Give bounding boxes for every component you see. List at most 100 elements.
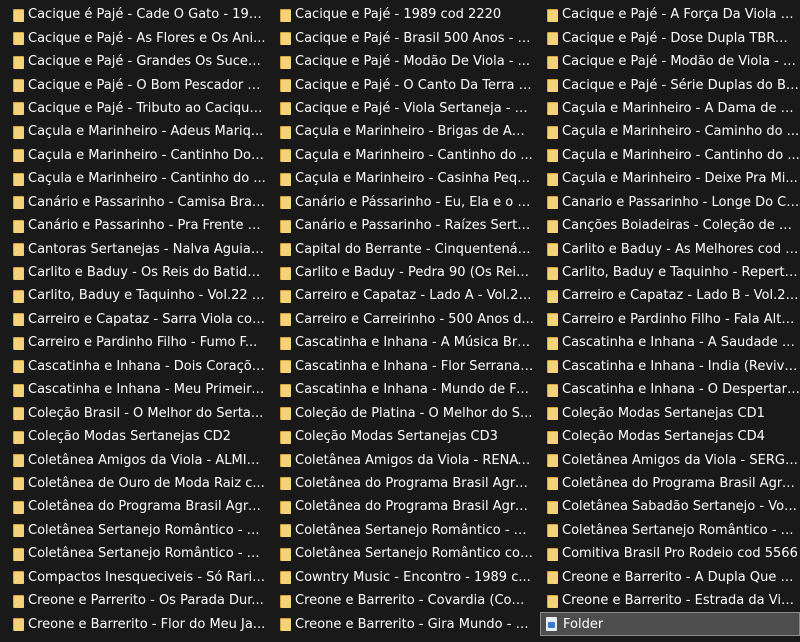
- folder-item[interactable]: Canário e Pássarinho - Eu, Ela e o G...: [267, 191, 534, 214]
- folder-icon: [280, 570, 291, 585]
- folder-item-label: Cacique e Pajé - Dose Dupla TBRW-...: [562, 30, 800, 46]
- folder-item[interactable]: Creone e Barrerito - Flor do Meu Ja...: [0, 612, 267, 635]
- folder-item[interactable]: Coletânea do Programa Brasil Agro...: [267, 495, 534, 518]
- folder-item[interactable]: Coletânea do Programa Brasil Agro...: [267, 472, 534, 495]
- folder-item[interactable]: Carlito, Baduy e Taquinho - Repertó...: [534, 261, 800, 284]
- folder-item[interactable]: Caçula e Marinheiro - Casinha Pequ...: [267, 167, 534, 190]
- folder-item[interactable]: Cacique e Pajé - Brasil 500 Anos - 2...: [267, 26, 534, 49]
- selected-item[interactable]: Folder: [540, 612, 800, 636]
- folder-item[interactable]: Carreiro e Capataz - Sarra Viola cod...: [0, 308, 267, 331]
- folder-item-label: Caçula e Marinheiro - Deixe Pra Mi...: [562, 171, 798, 187]
- folder-item[interactable]: Carreiro e Capataz - Lado B - Vol.2 ...: [534, 284, 800, 307]
- folder-item[interactable]: Coletânea Sertanejo Romântico - C...: [534, 519, 800, 542]
- folder-item[interactable]: Cascatinha e Inhana - A Saudade é ...: [534, 331, 800, 354]
- folder-item[interactable]: Coleção Modas Sertanejas CD4: [534, 425, 800, 448]
- folder-item[interactable]: Carreiro e Carreirinho - 500 Anos d...: [267, 308, 534, 331]
- folder-item[interactable]: Coletânea do Programa Brasil Agro...: [534, 472, 800, 495]
- folder-item[interactable]: Cacique é Pajé - Cade O Gato - 198...: [0, 3, 267, 26]
- folder-item[interactable]: Cacique e Pajé - Modão De Viola - ...: [267, 50, 534, 73]
- folder-item[interactable]: Canções Boiadeiras - Coleção de O...: [534, 214, 800, 237]
- folder-item[interactable]: Creone e Barrerito - A Dupla Que C...: [534, 566, 800, 589]
- folder-item[interactable]: Caçula e Marinheiro - A Dama de V...: [534, 97, 800, 120]
- folder-item-label: Carreiro e Carreirinho - 500 Anos d...: [295, 311, 534, 327]
- folder-item[interactable]: Coletânea Amigos da Viola - ALMIR...: [0, 448, 267, 471]
- folder-item[interactable]: Capital do Berrante - Cinquentenári...: [267, 237, 534, 260]
- folder-item[interactable]: Cascatinha e Inhana - A Música Bra...: [267, 331, 534, 354]
- folder-item[interactable]: Cacique e Pajé - O Bom Pescador co...: [0, 73, 267, 96]
- folder-item[interactable]: Creone e Barrerito - Covardia (Com...: [267, 589, 534, 612]
- folder-item[interactable]: Caçula e Marinheiro - Brigas de Am...: [267, 120, 534, 143]
- folder-item[interactable]: Cacique e Pajé - Viola Sertaneja - V...: [267, 97, 534, 120]
- folder-item[interactable]: Caçula e Marinheiro - Cantinho do ...: [0, 167, 267, 190]
- folder-item[interactable]: Coleção Brasil - O Melhor do Serta...: [0, 401, 267, 424]
- folder-item[interactable]: Cacique e Pajé - A Força Da Viola co...: [534, 3, 800, 26]
- folder-item[interactable]: Cacique e Pajé - Modão de Viola - V...: [534, 50, 800, 73]
- folder-item[interactable]: Coletânea Sertanejo Romântico cod...: [267, 542, 534, 565]
- folder-item[interactable]: Coleção Modas Sertanejas CD1: [534, 401, 800, 424]
- folder-icon: [547, 594, 558, 608]
- folder-item[interactable]: Coleção Modas Sertanejas CD3: [267, 425, 534, 448]
- folder-item[interactable]: Cacique e Pajé - As Flores e Os Ani...: [0, 26, 267, 49]
- folder-item[interactable]: Caçula e Marinheiro - Cantinho do ...: [267, 144, 534, 167]
- folder-icon: [13, 125, 24, 139]
- folder-item-label: Carlito, Baduy e Taquinho - Repertó...: [562, 265, 800, 281]
- folder-item[interactable]: Cacique e Pajé - O Canto Da Terra - ...: [267, 73, 534, 96]
- folder-item[interactable]: Coletânea Amigos da Viola - RENAT...: [267, 448, 534, 471]
- folder-icon: [547, 289, 558, 303]
- folder-icon: [547, 312, 558, 327]
- folder-icon: [280, 289, 291, 303]
- folder-item[interactable]: Coleção de Platina - O Melhor do S...: [267, 401, 534, 424]
- folder-item[interactable]: Carreiro e Capataz - Lado A - Vol.2 ...: [267, 284, 534, 307]
- folder-item[interactable]: Coletânea Amigos da Viola - SÉRGI...: [534, 448, 800, 471]
- folder-item[interactable]: Carreiro e Pardinho Filho - Fala Alto...: [534, 308, 800, 331]
- folder-item[interactable]: Caçula e Marinheiro - Cantinho do ...: [534, 144, 800, 167]
- folder-item[interactable]: Canário e Passarinho - Pra Frente c...: [0, 214, 267, 237]
- folder-item[interactable]: Carreiro e Pardinho Filho - Fumo F...: [0, 331, 267, 354]
- folder-item[interactable]: Cacique e Pajé - Tributo ao Cacique ...: [0, 97, 267, 120]
- folder-item[interactable]: Coletânea Sabadão Sertanejo - Vol...: [534, 495, 800, 518]
- folder-item[interactable]: Cascatinha e Inhana - O Despertar ...: [534, 378, 800, 401]
- folder-item[interactable]: Coletânea Sertanejo Romântico - C...: [0, 542, 267, 565]
- folder-item[interactable]: Coleção Modas Sertanejas CD2: [0, 425, 267, 448]
- folder-item[interactable]: Coletânea de Ouro de Moda Raiz c...: [0, 472, 267, 495]
- folder-item[interactable]: Canário e Passarinho - Camisa Bran...: [0, 191, 267, 214]
- folder-item-label: Creone e Barrerito - A Dupla Que C...: [562, 569, 800, 585]
- folder-item[interactable]: Creone e Barrerito - Gira Mundo - 1...: [267, 612, 534, 635]
- folder-item[interactable]: Canário e Passarinho - Raízes Serta...: [267, 214, 534, 237]
- folder-item[interactable]: Carlito e Baduy - Pedra 90 (Os Reis ...: [267, 261, 534, 284]
- folder-item[interactable]: Caçula e Marinheiro - Cantinho Do ...: [0, 144, 267, 167]
- folder-item[interactable]: Compactos Inesqueciveis - Só Rarid...: [0, 566, 267, 589]
- folder-item[interactable]: Caçula e Marinheiro - Deixe Pra Mi...: [534, 167, 800, 190]
- folder-item[interactable]: Carlito e Baduy - As Melhores cod 8...: [534, 237, 800, 260]
- folder-item[interactable]: Cascatinha e Inhana - Flor Serrana (...: [267, 355, 534, 378]
- folder-item-label: Canário e Passarinho - Raízes Serta...: [295, 218, 534, 234]
- folder-icon: [13, 594, 24, 608]
- folder-item[interactable]: Cacique e Pajé - Dose Dupla TBRW-...: [534, 26, 800, 49]
- folder-item-label: Carreiro e Pardinho Filho - Fala Alto...: [562, 311, 800, 327]
- folder-item[interactable]: Canario e Passarinho - Longe Do Ca...: [534, 191, 800, 214]
- folder-item[interactable]: Cascatinha e Inhana - Mundo de Fel...: [267, 378, 534, 401]
- folder-item[interactable]: Coletânea Sertanejo Romântico - C...: [0, 519, 267, 542]
- folder-item[interactable]: Creone e Parrerito - Os Parada Dur...: [0, 589, 267, 612]
- folder-item[interactable]: Cascatinha e Inhana - India (Revive...: [534, 355, 800, 378]
- folder-icon: [280, 242, 291, 257]
- folder-item[interactable]: Comitiva Brasil Pro Rodeio cod 5566: [534, 542, 800, 565]
- folder-item[interactable]: Cacique e Pajé - Série Duplas do Br...: [534, 73, 800, 96]
- folder-icon: [547, 195, 558, 210]
- folder-item[interactable]: Caçula e Marinheiro - Caminho do ...: [534, 120, 800, 143]
- folder-item[interactable]: Coletânea Sertanejo Romântico - C...: [267, 519, 534, 542]
- folder-item[interactable]: Cowntry Music - Encontro - 1989 c...: [267, 566, 534, 589]
- folder-item[interactable]: Carlito e Baduy - Os Reis do Batidã...: [0, 261, 267, 284]
- folder-item-label: Cacique e Pajé - Tributo ao Cacique ...: [28, 100, 267, 116]
- folder-item[interactable]: Carlito, Baduy e Taquinho - Vol.22 (...: [0, 284, 267, 307]
- folder-item[interactable]: Coletânea do Programa Brasil Agro...: [0, 495, 267, 518]
- folder-item[interactable]: Caçula e Marinheiro - Adeus Mariq...: [0, 120, 267, 143]
- folder-item[interactable]: Cascatinha e Inhana - Dois Coraçõe...: [0, 355, 267, 378]
- folder-item[interactable]: Cacique e Pajé - Grandes Os Sucess...: [0, 50, 267, 73]
- folder-item[interactable]: Cascatinha e Inhana - Meu Primeiro...: [0, 378, 267, 401]
- folder-item[interactable]: Creone e Barrerito - Estrada da Vid...: [534, 589, 800, 612]
- folder-item-label: Capital do Berrante - Cinquentenári...: [295, 241, 534, 257]
- folder-item[interactable]: Cantoras Sertanejas - Nalva Aguiar,...: [0, 237, 267, 260]
- folder-item[interactable]: Cacique e Pajé - 1989 cod 2220: [267, 3, 534, 26]
- folder-icon: [547, 500, 558, 514]
